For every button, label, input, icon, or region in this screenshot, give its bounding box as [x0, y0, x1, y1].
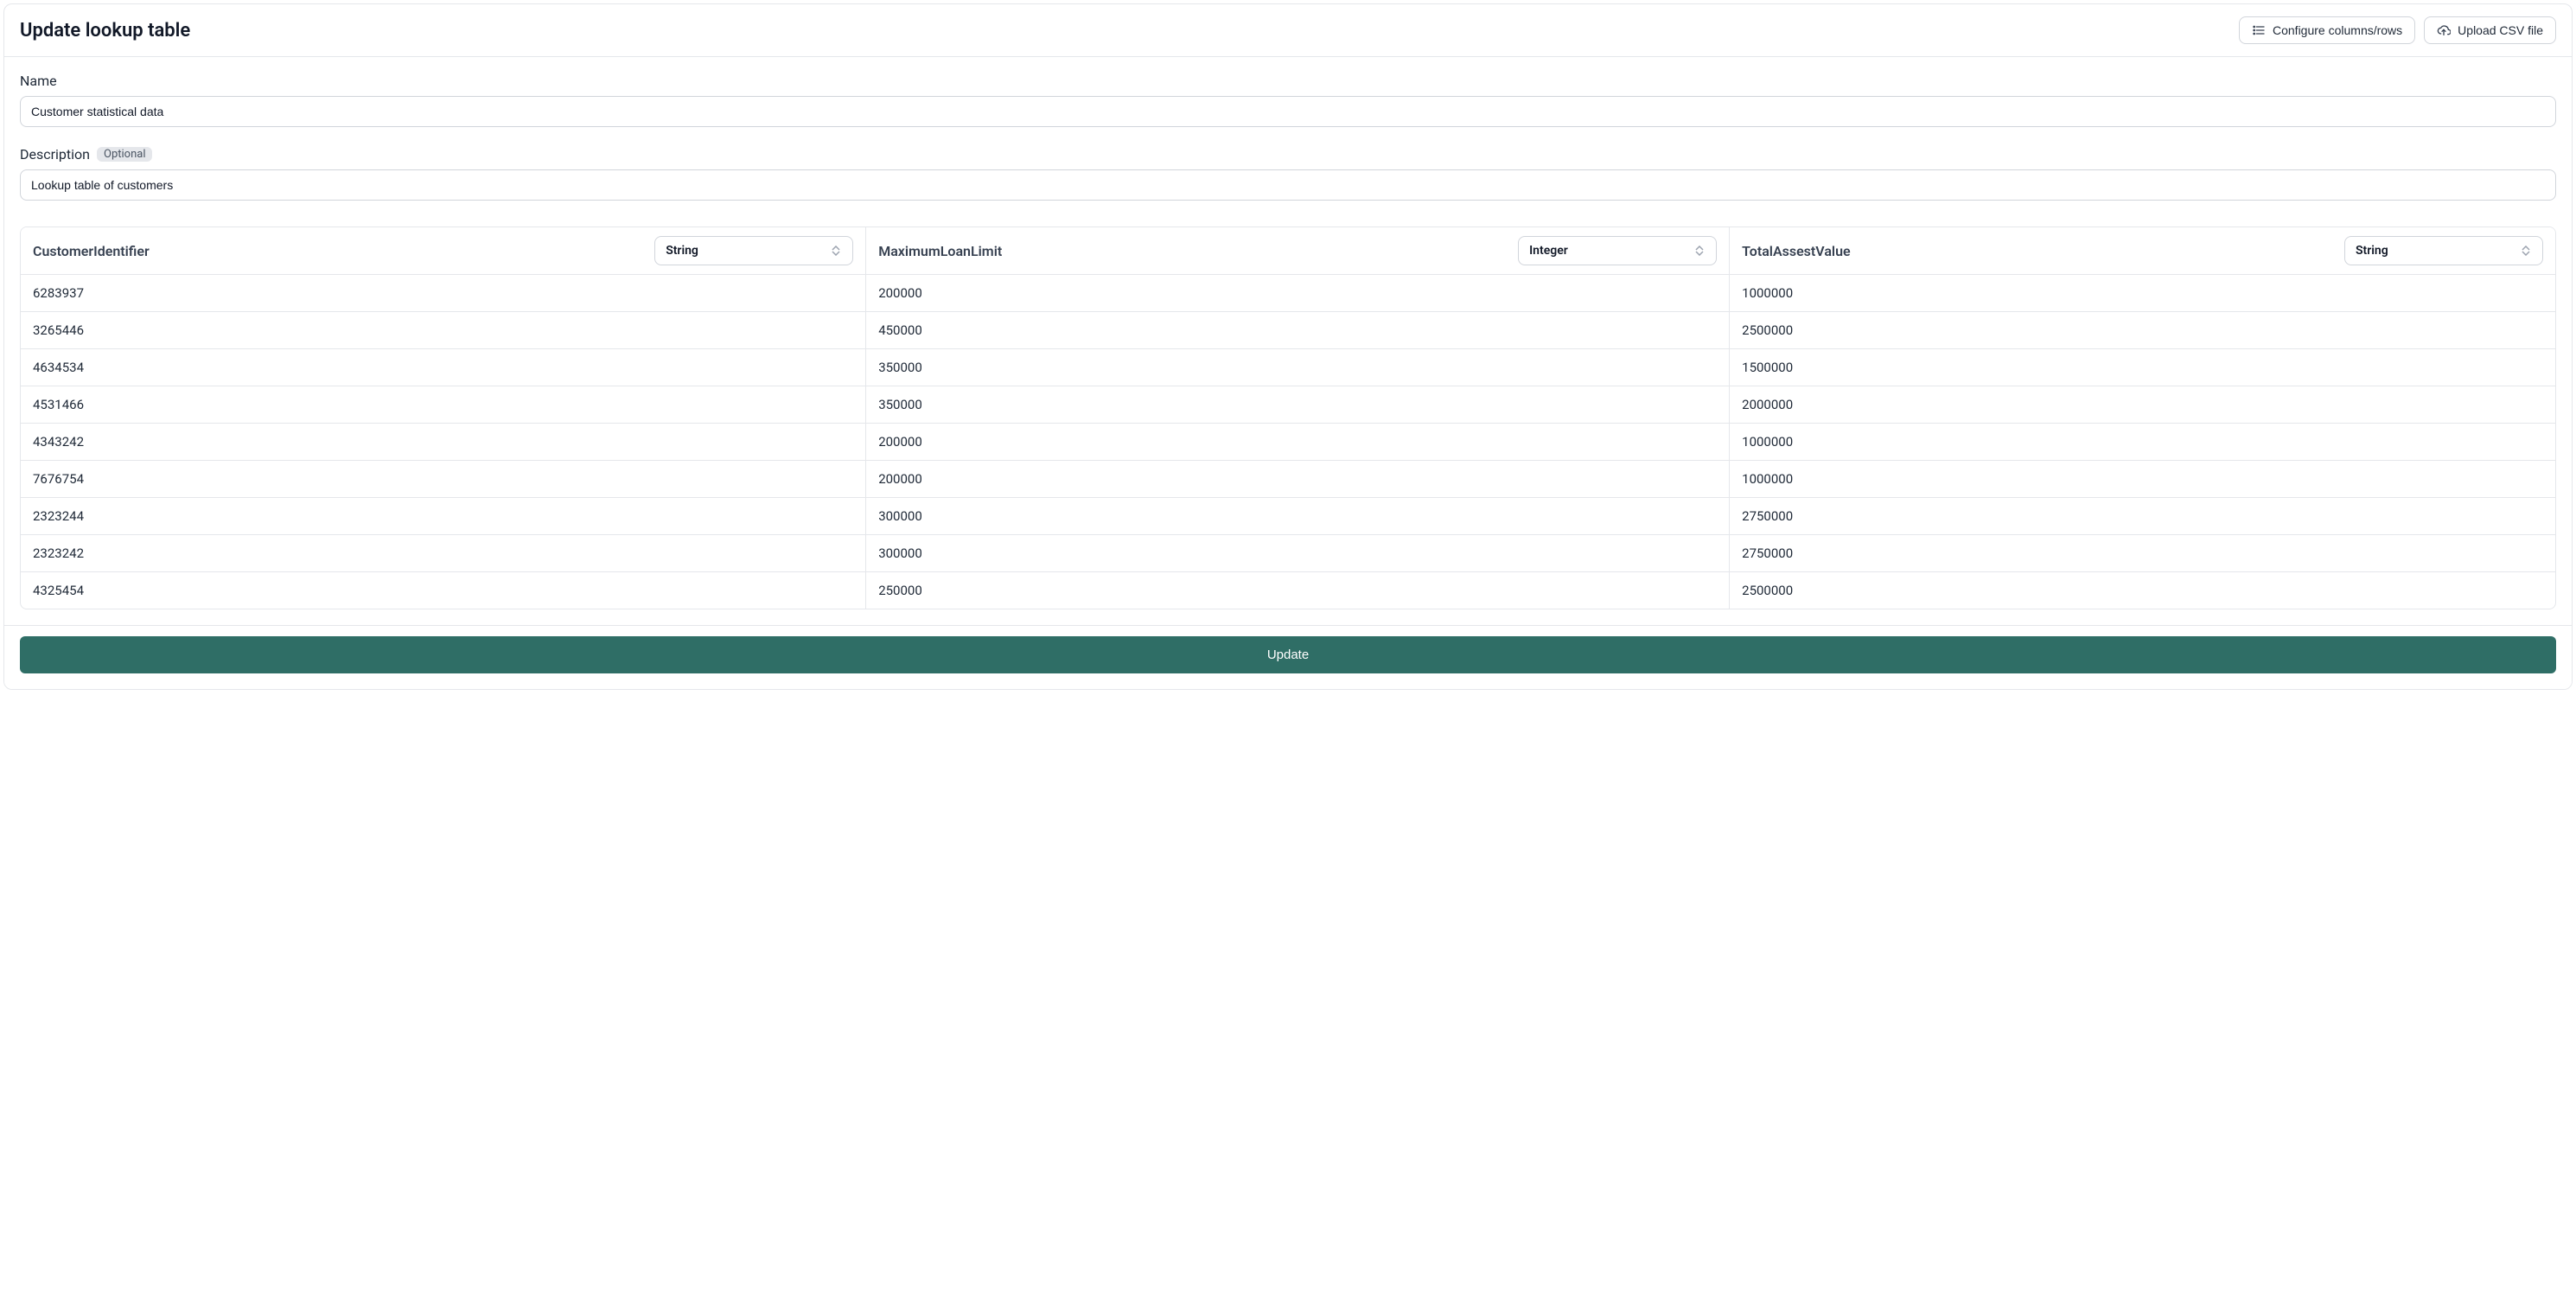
table-cell[interactable]: 7676754 — [21, 461, 866, 498]
table-cell[interactable]: 4343242 — [21, 424, 866, 461]
lookup-table-container: CustomerIdentifier String — [20, 226, 2556, 609]
configure-columns-label: Configure columns/rows — [2273, 23, 2402, 37]
column-header: MaximumLoanLimit Integer — [866, 227, 1730, 275]
name-label: Name — [20, 73, 57, 89]
table-row: 2323244 300000 2750000 — [21, 498, 2555, 535]
select-spinner-icon — [832, 244, 842, 258]
table-row: 4634534 350000 1500000 — [21, 349, 2555, 386]
list-settings-icon — [2252, 23, 2266, 37]
description-field-group: Description Optional — [20, 146, 2556, 201]
column-type-value: String — [2356, 244, 2388, 258]
table-cell[interactable]: 2323242 — [21, 535, 866, 572]
table-cell[interactable]: 300000 — [866, 535, 1730, 572]
table-cell[interactable]: 4531466 — [21, 386, 866, 424]
panel-footer: Update — [4, 625, 2572, 689]
table-cell[interactable]: 6283937 — [21, 275, 866, 312]
table-row: 2323242 300000 2750000 — [21, 535, 2555, 572]
column-type-select[interactable]: Integer — [1518, 236, 1717, 265]
column-header: CustomerIdentifier String — [21, 227, 866, 275]
select-spinner-icon — [2522, 244, 2532, 258]
description-label: Description — [20, 146, 90, 163]
configure-columns-button[interactable]: Configure columns/rows — [2239, 16, 2415, 44]
table-cell[interactable]: 450000 — [866, 312, 1730, 349]
table-cell[interactable]: 4325454 — [21, 572, 866, 609]
table-cell[interactable]: 250000 — [866, 572, 1730, 609]
table-cell[interactable]: 350000 — [866, 349, 1730, 386]
page-title: Update lookup table — [20, 20, 190, 41]
table-cell[interactable]: 200000 — [866, 424, 1730, 461]
table-cell[interactable]: 2750000 — [1730, 535, 2555, 572]
table-cell[interactable]: 200000 — [866, 275, 1730, 312]
panel-body: Name Description Optional CustomerIdenti… — [4, 57, 2572, 625]
table-cell[interactable]: 2750000 — [1730, 498, 2555, 535]
column-name: MaximumLoanLimit — [878, 243, 1002, 259]
update-lookup-panel: Update lookup table Configure columns/ro… — [3, 3, 2573, 690]
column-type-value: String — [666, 244, 698, 258]
table-cell[interactable]: 350000 — [866, 386, 1730, 424]
table-cell[interactable]: 2323244 — [21, 498, 866, 535]
table-cell[interactable]: 3265446 — [21, 312, 866, 349]
optional-badge: Optional — [97, 147, 152, 162]
panel-header: Update lookup table Configure columns/ro… — [4, 4, 2572, 57]
table-cell[interactable]: 2500000 — [1730, 572, 2555, 609]
table-cell[interactable]: 1000000 — [1730, 275, 2555, 312]
column-type-value: Integer — [1529, 244, 1568, 258]
lookup-table: CustomerIdentifier String — [21, 227, 2555, 609]
column-header: TotalAssestValue String — [1730, 227, 2555, 275]
table-row: 4325454 250000 2500000 — [21, 572, 2555, 609]
column-type-select[interactable]: String — [2344, 236, 2543, 265]
column-name: TotalAssestValue — [1742, 243, 1850, 259]
column-type-select[interactable]: String — [654, 236, 853, 265]
table-row: 4531466 350000 2000000 — [21, 386, 2555, 424]
table-cell[interactable]: 1000000 — [1730, 424, 2555, 461]
upload-csv-label: Upload CSV file — [2458, 23, 2543, 37]
column-name: CustomerIdentifier — [33, 243, 150, 259]
update-button[interactable]: Update — [20, 636, 2556, 673]
table-row: 3265446 450000 2500000 — [21, 312, 2555, 349]
upload-csv-button[interactable]: Upload CSV file — [2424, 16, 2556, 44]
table-cell[interactable]: 1000000 — [1730, 461, 2555, 498]
table-cell[interactable]: 4634534 — [21, 349, 866, 386]
description-input[interactable] — [20, 169, 2556, 201]
table-row: 6283937 200000 1000000 — [21, 275, 2555, 312]
table-row: 4343242 200000 1000000 — [21, 424, 2555, 461]
table-cell[interactable]: 1500000 — [1730, 349, 2555, 386]
table-cell[interactable]: 200000 — [866, 461, 1730, 498]
select-spinner-icon — [1695, 244, 1706, 258]
upload-cloud-icon — [2437, 23, 2451, 37]
table-cell[interactable]: 2500000 — [1730, 312, 2555, 349]
name-input[interactable] — [20, 96, 2556, 127]
name-field-group: Name — [20, 73, 2556, 127]
header-actions: Configure columns/rows Upload CSV file — [2239, 16, 2556, 44]
table-row: 7676754 200000 1000000 — [21, 461, 2555, 498]
table-header-row: CustomerIdentifier String — [21, 227, 2555, 275]
table-body: 6283937 200000 1000000 3265446 450000 25… — [21, 275, 2555, 609]
table-cell[interactable]: 2000000 — [1730, 386, 2555, 424]
table-cell[interactable]: 300000 — [866, 498, 1730, 535]
